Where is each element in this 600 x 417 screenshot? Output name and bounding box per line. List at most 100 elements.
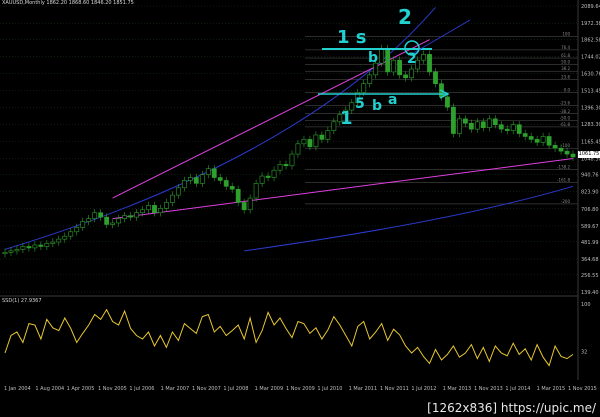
- fib-level-label: 23.6: [561, 74, 570, 79]
- trend-line-lower: [112, 157, 574, 220]
- candle-body: [56, 238, 62, 243]
- price-tick-label: 1744.02: [581, 55, 600, 61]
- candle-body: [259, 175, 265, 184]
- price-tick-label: 364.68: [581, 257, 599, 263]
- oscillator-header: SSD(1) 27.9367: [2, 298, 42, 304]
- candle-body: [451, 106, 456, 134]
- time-tick-label: 1 Nov 2015: [568, 386, 597, 392]
- price-axis: 2089.64 1972.38 1862.58 1744.02 1630.76 1513.…: [581, 4, 600, 296]
- candle-body: [295, 143, 301, 155]
- candle-body: [229, 186, 235, 190]
- regression-lower: [244, 185, 574, 252]
- time-tick-label: 1 Nov 2005: [98, 386, 127, 392]
- time-tick-label: 1 Jul 2008: [223, 386, 248, 392]
- fib-level-label: 76.4: [561, 45, 570, 50]
- time-tick-label: 1 Nov 2007: [192, 386, 221, 392]
- oscillator-tick-label: 32: [581, 350, 587, 356]
- fib-level-label: 100: [562, 32, 570, 37]
- candle-body: [570, 153, 576, 158]
- candle-body: [134, 212, 139, 218]
- fib-level-label: -161.8: [557, 178, 570, 183]
- candle-body: [462, 118, 468, 124]
- candle-body: [480, 121, 486, 128]
- candle-body: [32, 244, 38, 249]
- hand-label-b-bottom: b: [372, 98, 382, 114]
- candle-body: [468, 122, 474, 130]
- candle-body: [409, 68, 414, 79]
- candle-body: [116, 218, 121, 224]
- fib-level-label: 61.8: [561, 53, 570, 58]
- candle-body: [510, 124, 516, 131]
- candle-body: [391, 59, 397, 73]
- price-tick-label: 1513.45: [581, 88, 600, 94]
- candle-body: [457, 118, 462, 134]
- candle-body: [331, 121, 337, 131]
- candle-body: [164, 202, 169, 209]
- oscillator-tick-label: 100: [581, 302, 591, 308]
- price-tick-label: 1862.58: [581, 37, 600, 43]
- candle-body: [319, 134, 325, 140]
- chart-canvas: 100 76.4 61.8 50.038.2 23.6 0.0 -23.6 -38.2-50.…: [0, 0, 600, 392]
- time-tick-label: 1 Mar 2011: [349, 386, 378, 392]
- time-axis: 1 Jan 2004 1 Aug 2004 1 Apr 2005 1 Nov 2005…: [4, 386, 597, 392]
- candle-body: [379, 48, 385, 64]
- candle-body: [38, 244, 44, 247]
- candle-body: [253, 183, 259, 199]
- candle-body: [486, 118, 492, 128]
- fib-level-label: 0.0: [564, 87, 571, 92]
- fib-level-label: -200: [561, 199, 571, 204]
- candle-body: [498, 124, 504, 130]
- candle-body: [564, 150, 570, 155]
- time-tick-label: 1 Nov 2011: [380, 386, 409, 392]
- candle-body: [170, 194, 175, 203]
- fib-level-label: -50.0: [560, 115, 571, 120]
- candle-body: [110, 222, 116, 225]
- candle-body: [504, 128, 510, 131]
- oscillator-axis: 100 32: [581, 302, 591, 356]
- candle-body: [122, 215, 127, 219]
- price-header: XAUUSD,Monthly 1862.20 1868.60 1846.20 1…: [2, 0, 134, 6]
- price-tick-label: 481.99: [581, 240, 599, 246]
- time-tick-label: 1 Mar 2009: [255, 386, 284, 392]
- time-tick-label: 1 Apr 2005: [67, 386, 95, 392]
- candle-body: [433, 71, 438, 84]
- candle-body: [271, 169, 277, 178]
- fib-level-label: -38.2: [560, 109, 571, 114]
- candle-body: [14, 249, 20, 252]
- oscillator-series: [4, 308, 574, 367]
- hand-label-1: 1: [340, 108, 353, 129]
- candle-body: [522, 133, 528, 137]
- candle-body: [528, 136, 534, 140]
- time-tick-label: 1 Nov 2013: [474, 386, 503, 392]
- grid-lines: [0, 5, 578, 293]
- hand-label-2-top: 2: [398, 5, 412, 29]
- candle-body: [146, 205, 151, 211]
- candle-body: [2, 252, 8, 255]
- regression-upper: [4, 7, 436, 250]
- candle-body: [80, 221, 86, 228]
- candle-body: [92, 212, 98, 219]
- candle-body: [86, 218, 92, 222]
- time-tick-label: 1 Mar 2013: [443, 386, 472, 392]
- candle-body: [241, 202, 247, 211]
- candle-body: [247, 197, 253, 211]
- candle-body: [68, 231, 74, 237]
- hand-label-5: 5: [355, 96, 365, 112]
- candle-body: [552, 144, 558, 149]
- candle-body: [98, 212, 104, 218]
- candle-body: [403, 74, 408, 79]
- candle-body: [313, 134, 319, 148]
- candle-body: [26, 246, 32, 249]
- candle-body: [223, 180, 229, 187]
- candle-body: [205, 168, 211, 175]
- candle-body: [385, 48, 391, 73]
- price-tick-label: 1396.30: [581, 106, 600, 112]
- candle-body: [74, 227, 80, 233]
- time-tick-label: 1 Nov 2009: [286, 386, 315, 392]
- candle-body: [8, 250, 14, 253]
- candle-body: [235, 188, 241, 203]
- candle-body: [187, 177, 193, 181]
- candle-body: [516, 124, 522, 134]
- price-tick-label: 823.90: [581, 190, 599, 196]
- candle-body: [427, 54, 432, 73]
